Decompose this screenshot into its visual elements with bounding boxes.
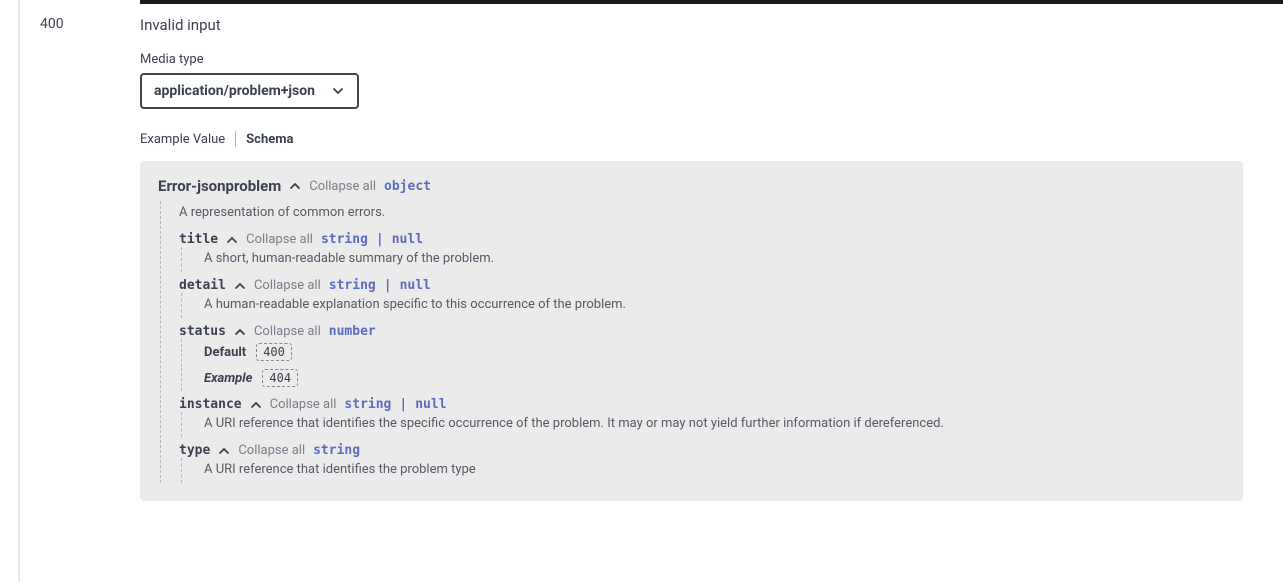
property-body-status: Default 400 Example 404: [181, 339, 1225, 391]
property-name: type: [179, 443, 210, 458]
default-value: 400: [256, 343, 292, 361]
property-row-detail: detail Collapse all string | null: [179, 272, 1225, 293]
schema-tabs: Example Value Schema: [140, 131, 1243, 147]
property-type: null: [415, 397, 446, 412]
chevron-up-icon[interactable]: [250, 399, 262, 411]
example-label: Example: [204, 371, 252, 386]
property-description: A human-readable explanation specific to…: [204, 293, 1225, 318]
property-body-instance: A URI reference that identifies the spec…: [181, 412, 1225, 437]
schema-body: A representation of common errors. title…: [160, 201, 1225, 483]
property-type: string: [321, 232, 368, 247]
property-type: string: [313, 443, 360, 458]
media-type-select[interactable]: application/problem+json: [140, 73, 359, 109]
media-type-value: application/problem+json: [154, 83, 315, 99]
property-name: instance: [179, 397, 242, 412]
type-separator: |: [399, 397, 407, 412]
collapse-all-link[interactable]: Collapse all: [254, 324, 321, 339]
type-separator: |: [376, 232, 384, 247]
property-description: A short, human-readable summary of the p…: [204, 247, 1225, 272]
left-border: [18, 0, 20, 582]
default-value-row: Default 400: [204, 339, 1225, 365]
collapse-all-link[interactable]: Collapse all: [246, 232, 313, 247]
chevron-up-icon[interactable]: [234, 326, 246, 338]
schema-panel: Error-jsonproblem Collapse all object A …: [140, 161, 1243, 501]
property-description: A URI reference that identifies the spec…: [204, 412, 1225, 437]
property-row-type: type Collapse all string: [179, 437, 1225, 458]
property-type: string: [329, 278, 376, 293]
tab-schema[interactable]: Schema: [246, 132, 303, 147]
property-type: string: [344, 397, 391, 412]
chevron-up-icon[interactable]: [218, 445, 230, 457]
response-content: Invalid input Media type application/pro…: [140, 16, 1243, 501]
schema-root-description: A representation of common errors.: [179, 201, 1225, 226]
property-type: null: [400, 278, 431, 293]
response-code: 400: [40, 16, 64, 32]
chevron-up-icon[interactable]: [226, 234, 238, 246]
property-name: detail: [179, 278, 226, 293]
chevron-up-icon[interactable]: [234, 280, 246, 292]
property-description: A URI reference that identifies the prob…: [204, 458, 1225, 483]
collapse-all-link[interactable]: Collapse all: [238, 443, 305, 458]
property-row-title: title Collapse all string | null: [179, 226, 1225, 247]
tab-divider: [235, 131, 236, 147]
schema-root-row: Error-jsonproblem Collapse all object: [158, 177, 1225, 195]
top-bar: [140, 0, 1283, 4]
property-row-status: status Collapse all number: [179, 318, 1225, 339]
schema-model-name: Error-jsonproblem: [158, 177, 281, 195]
property-name: title: [179, 232, 218, 247]
example-value: 404: [262, 369, 298, 387]
schema-root-type: object: [384, 179, 431, 194]
type-separator: |: [384, 278, 392, 293]
property-body-type: A URI reference that identifies the prob…: [181, 458, 1225, 483]
collapse-all-link[interactable]: Collapse all: [270, 397, 337, 412]
response-description: Invalid input: [140, 16, 1243, 34]
property-type: null: [392, 232, 423, 247]
property-body-title: A short, human-readable summary of the p…: [181, 247, 1225, 272]
property-type: number: [329, 324, 376, 339]
chevron-up-icon[interactable]: [289, 180, 301, 192]
media-type-label: Media type: [140, 52, 1243, 67]
tab-example-value[interactable]: Example Value: [140, 132, 235, 147]
property-body-detail: A human-readable explanation specific to…: [181, 293, 1225, 318]
example-value-row: Example 404: [204, 365, 1225, 391]
property-row-instance: instance Collapse all string | null: [179, 391, 1225, 412]
collapse-all-link[interactable]: Collapse all: [254, 278, 321, 293]
default-label: Default: [204, 345, 246, 360]
chevron-down-icon: [331, 84, 345, 98]
collapse-all-link[interactable]: Collapse all: [309, 179, 376, 194]
property-name: status: [179, 324, 226, 339]
